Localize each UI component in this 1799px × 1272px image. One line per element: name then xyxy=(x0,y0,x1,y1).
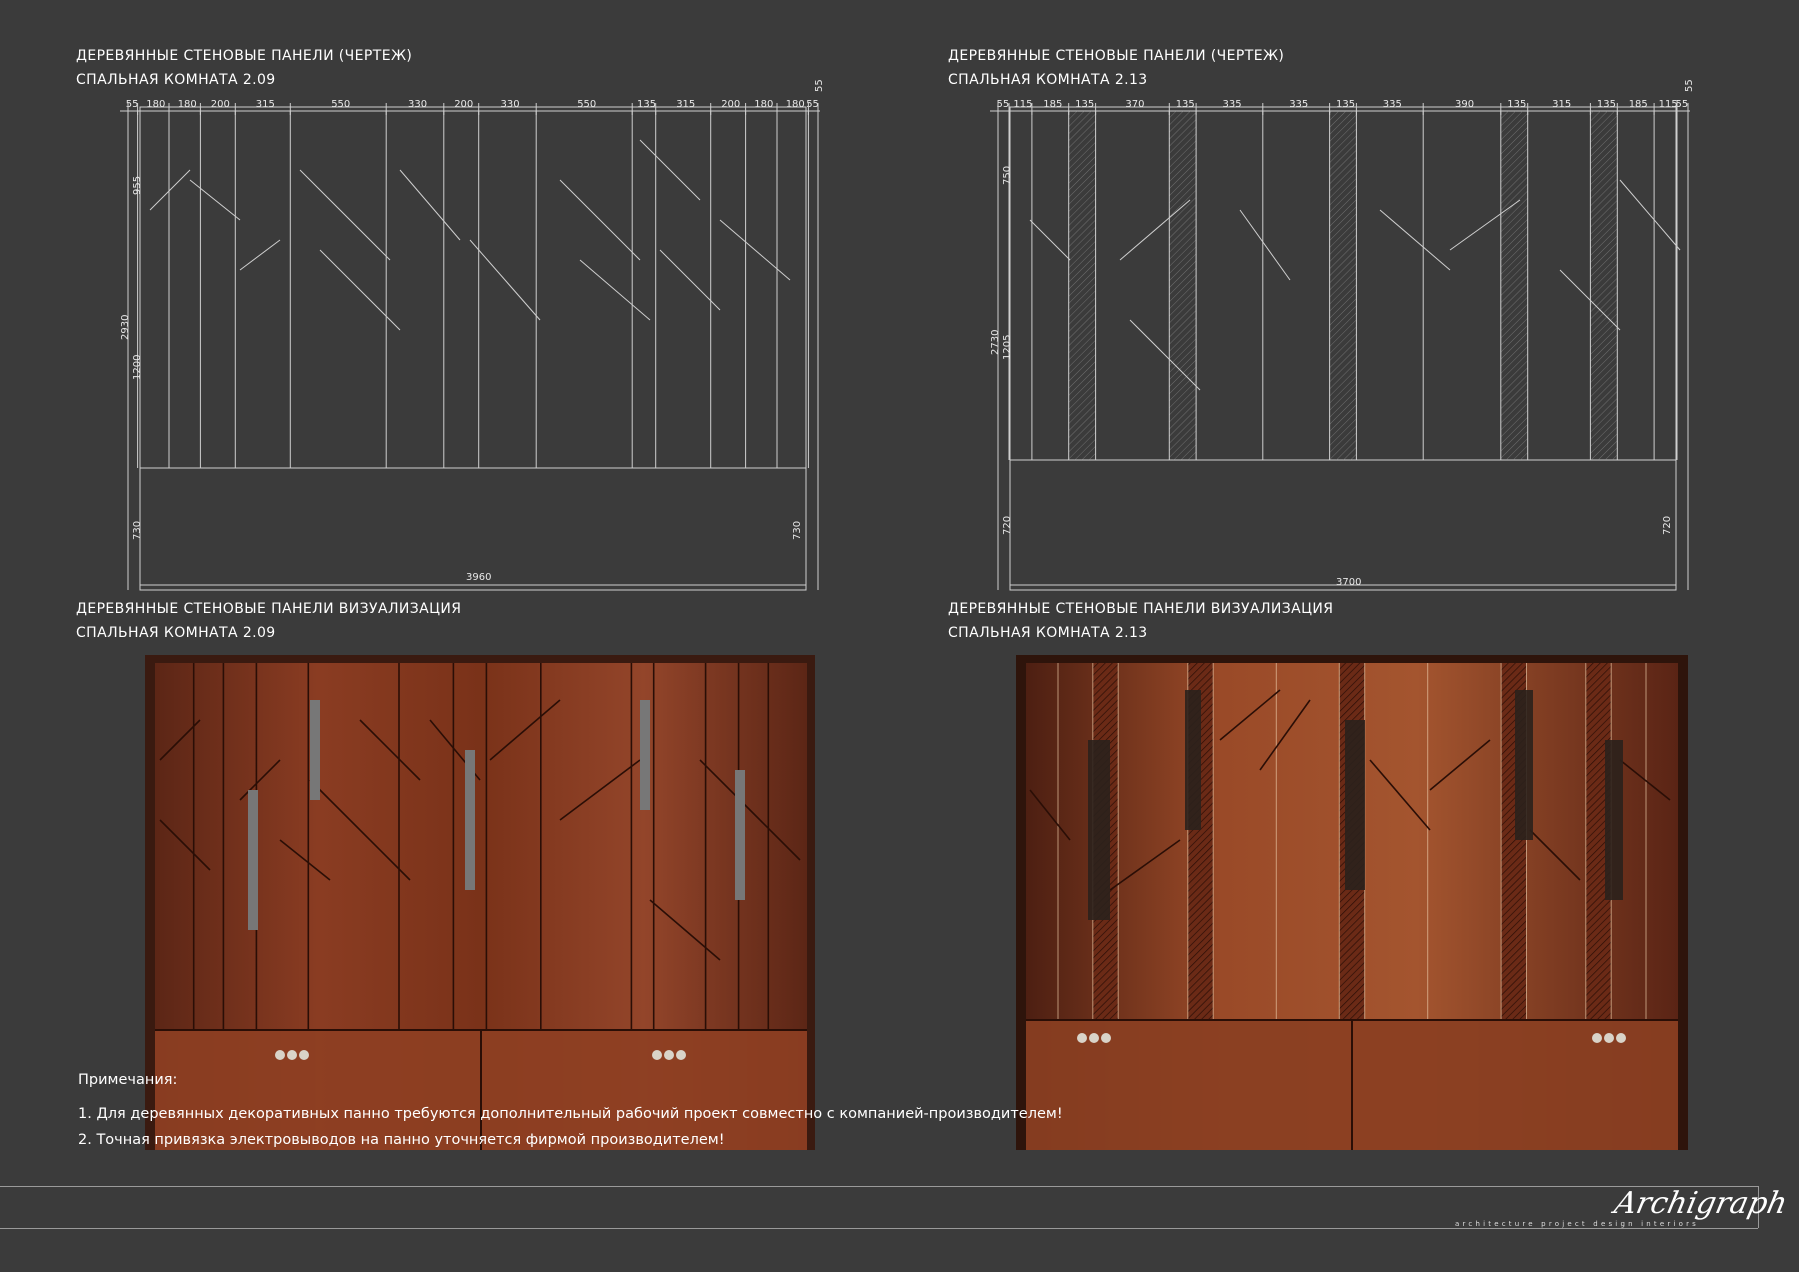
drawing-right-dim-label: 115 xyxy=(1013,99,1032,110)
notes: Примечания: 1. Для деревянных декоративн… xyxy=(78,1067,1063,1153)
drawing-right-diagonal xyxy=(1619,179,1681,251)
drawing-left-dim-label: 135 xyxy=(637,99,656,110)
drawing-right-dim-e: 55 xyxy=(1684,79,1695,92)
drawing-left-diagonal xyxy=(299,169,391,261)
drawing-left-dim-label: 330 xyxy=(501,99,520,110)
drawing-right-dim-label: 135 xyxy=(1507,99,1526,110)
drawing-left-diagonal xyxy=(319,249,401,331)
socket-icon xyxy=(1592,1033,1626,1043)
drawing-left-dim-label: 200 xyxy=(211,99,230,110)
drawing-left-dim-label: 180 xyxy=(754,99,773,110)
drawing-left-dim-label: 330 xyxy=(408,99,427,110)
drawing-right-dim-label: 185 xyxy=(1629,99,1648,110)
drawing-left-dim-label: 180 xyxy=(146,99,165,110)
drawing-left-dim-label: 550 xyxy=(331,99,350,110)
drawing-right-dim-label: 390 xyxy=(1455,99,1474,110)
render-right-glass-insert xyxy=(1515,690,1533,840)
drawing-right-dim-label: 335 xyxy=(1223,99,1242,110)
drawing-left-diagonal xyxy=(399,169,461,241)
footer-bottom-rule xyxy=(0,1228,1758,1229)
render-left-glass-insert xyxy=(465,750,475,890)
drawing-left-dim-label: 180 xyxy=(786,99,805,110)
drawing-right-dim-label: 135 xyxy=(1176,99,1195,110)
drawing-right-hatched-strip xyxy=(1329,111,1357,460)
drawing-right-dim-label: 335 xyxy=(1383,99,1402,110)
drawing-left-overall-width: 3960 xyxy=(466,572,491,583)
render-right-glass-insert xyxy=(1185,690,1201,830)
footer-top-rule xyxy=(0,1186,1758,1187)
drawing-right-dim-d: 720 xyxy=(1662,516,1673,535)
drawing-right-hatched-strip xyxy=(1068,111,1096,460)
drawing-left-dim-label: 315 xyxy=(676,99,695,110)
drawing-left-diagonal xyxy=(639,139,701,201)
drawing-left-diagonal xyxy=(579,259,651,321)
drawing-left-dim-b: 1200 xyxy=(132,355,143,380)
drawing-left-diagonal xyxy=(469,239,541,321)
render-right xyxy=(1016,655,1688,1150)
drawing-left-diagonal xyxy=(189,179,241,221)
drawing-left-dim-label: 180 xyxy=(178,99,197,110)
drawing-right-dim-label: 135 xyxy=(1597,99,1616,110)
socket-icon xyxy=(652,1050,686,1060)
drawing-left-diagonal xyxy=(239,239,281,271)
drawing-right-dim-label: 335 xyxy=(1289,99,1308,110)
drawing-left-diagonal xyxy=(149,169,191,211)
drawing-right-hatched-strip xyxy=(1500,111,1528,460)
drawing-right-diagonal xyxy=(1029,219,1071,261)
drawing-left-diagonal xyxy=(559,179,641,261)
socket-icon xyxy=(1077,1033,1111,1043)
drawing-left-dim-e: 55 xyxy=(814,79,825,92)
drawing-left xyxy=(120,106,820,591)
drawing-right-dim-label: 135 xyxy=(1075,99,1094,110)
brand-tagline: architecture project design interiors xyxy=(1455,1220,1700,1228)
drawing-left-dim-label: 315 xyxy=(256,99,275,110)
drawing-right-dim-a: 750 xyxy=(1002,166,1013,185)
socket-icon xyxy=(275,1050,309,1060)
drawing-left-dim-a: 955 xyxy=(132,176,143,195)
drawing-left-overall-height: 2930 xyxy=(120,315,131,340)
render-right-glass-insert xyxy=(1088,740,1110,920)
drawing-left-diagonal xyxy=(719,219,791,281)
drawing-right-overall-height: 2730 xyxy=(990,330,1001,355)
render-left-glass-insert xyxy=(248,790,258,930)
drawing-right-dim-label: 370 xyxy=(1125,99,1144,110)
drawing-left-dim-label: 200 xyxy=(454,99,473,110)
drawing-right-hatched-strip xyxy=(1590,111,1618,460)
drawing-right-hatched-strip xyxy=(1169,111,1197,460)
drawing-left-dim-d: 730 xyxy=(792,521,803,540)
note-item-1: 1. Для деревянных декоративных панно тре… xyxy=(78,1106,1063,1122)
brand-logo: Archigraph xyxy=(1611,1186,1791,1221)
drawing-right-dim-label: 315 xyxy=(1552,99,1571,110)
drawing-left-outline xyxy=(139,106,807,591)
drawing-right-dim-b: 1205 xyxy=(1002,335,1013,360)
drawing-right-dim-c: 720 xyxy=(1002,516,1013,535)
drawing-right-dim-label: 185 xyxy=(1043,99,1062,110)
drawing-right-overall-width: 3700 xyxy=(1336,577,1361,588)
render-left-glass-insert xyxy=(735,770,745,900)
drawing-right-dim-label: 135 xyxy=(1336,99,1355,110)
render-left-glass-insert xyxy=(640,700,650,810)
drawing-left-dim-c: 730 xyxy=(132,521,143,540)
render-right-glass-insert xyxy=(1345,720,1365,890)
drawing-left-dim-label: 200 xyxy=(721,99,740,110)
note-item-2: 2. Точная привязка электровыводов на пан… xyxy=(78,1132,725,1148)
drawing-right-diagonal xyxy=(1239,209,1291,281)
render-left-glass-insert xyxy=(310,700,320,800)
render-right-glass-insert xyxy=(1605,740,1623,900)
notes-title: Примечания: xyxy=(78,1072,178,1088)
drawing-right-diagonal xyxy=(1379,209,1451,271)
drawing-left-dim-label: 550 xyxy=(577,99,596,110)
